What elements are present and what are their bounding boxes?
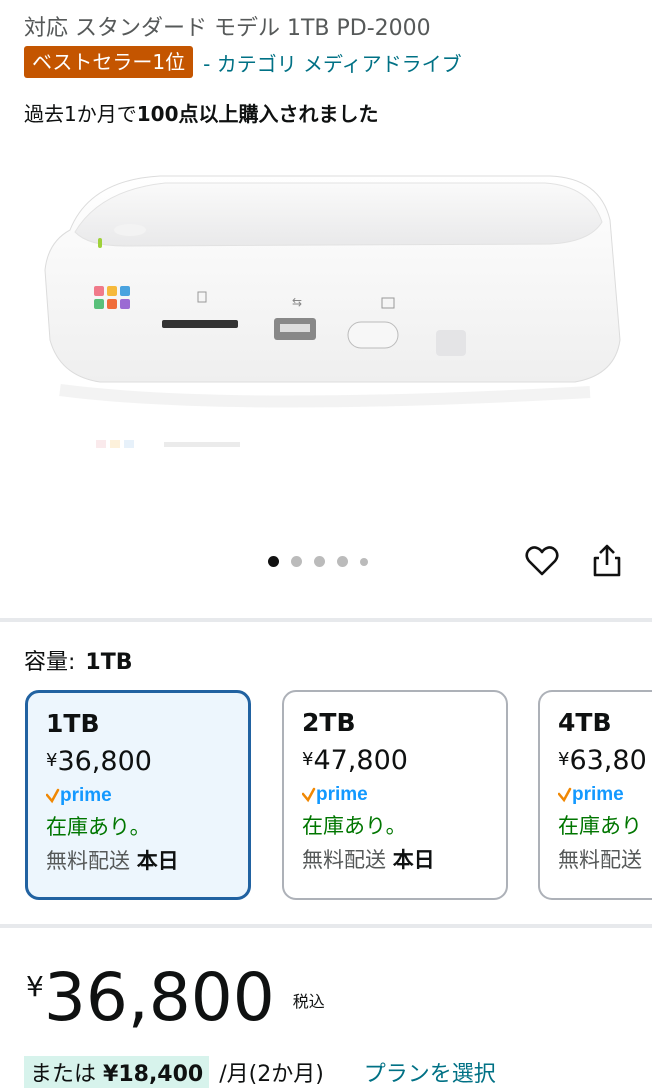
option-name: 2TB: [302, 708, 356, 737]
price-amount: 36,800: [43, 959, 275, 1036]
shipping-info: 無料配送: [558, 844, 642, 874]
prime-label: prime: [572, 784, 624, 805]
shipping-info: 無料配送 本日: [302, 844, 488, 874]
price-currency: ¥: [26, 970, 44, 1003]
section-divider: [0, 618, 652, 622]
section-divider: [0, 924, 652, 928]
installment-amount: ¥18,400: [103, 1062, 204, 1087]
installment-highlight: または ¥18,400: [24, 1056, 210, 1088]
option-price: ¥63,80: [558, 745, 647, 776]
capacity-selected-value: 1TB: [85, 650, 133, 675]
gallery-dots[interactable]: [268, 556, 368, 567]
option-price: ¥36,800: [46, 746, 230, 777]
svg-text:⇆: ⇆: [292, 295, 302, 309]
installment-period: /月(2か月): [219, 1062, 324, 1087]
tax-note: 税込: [292, 992, 325, 1011]
shipping-day: 本日: [136, 849, 179, 873]
option-price-value: 36,800: [57, 746, 152, 777]
price-block: ¥ 36,800 税込: [26, 960, 325, 1036]
purchase-note: 過去1か月で100点以上購入されました: [24, 98, 378, 127]
prime-logo: prime: [45, 783, 230, 809]
currency-symbol: ¥: [558, 749, 570, 770]
bestseller-badge[interactable]: ベストセラー1位: [24, 46, 194, 78]
badge-row: ベストセラー1位 - カテゴリ メディアドライブ: [24, 46, 462, 78]
category-link[interactable]: - カテゴリ メディアドライブ: [203, 48, 462, 77]
shipping-prefix: 無料配送: [302, 848, 386, 872]
gallery-dot[interactable]: [337, 556, 348, 567]
gallery-dot[interactable]: [360, 557, 368, 566]
option-price-value: 47,800: [313, 745, 408, 776]
share-icon[interactable]: [589, 543, 625, 579]
prime-logo: prime: [301, 782, 488, 808]
option-price-value: 63,80: [569, 745, 647, 776]
shipping-info: 無料配送 本日: [46, 845, 230, 875]
shipping-day: 本日: [392, 848, 435, 872]
select-plan-link[interactable]: プランを選択: [364, 1056, 496, 1088]
capacity-option-1tb[interactable]: 1TB ¥36,800 prime 在庫あり。 無料配送 本日: [25, 690, 251, 900]
purchase-note-prefix: 過去1か月で: [24, 102, 137, 126]
prime-label: prime: [316, 784, 368, 805]
gallery-dot[interactable]: [314, 556, 325, 567]
product-image[interactable]: ⇆: [30, 150, 630, 480]
capacity-label-text: 容量:: [24, 650, 76, 675]
product-title: 対応 スタンダード モデル 1TB PD-2000: [24, 16, 431, 41]
option-name: 1TB: [46, 709, 100, 738]
currency-symbol: ¥: [46, 750, 58, 771]
stock-status: 在庫あり: [558, 814, 642, 838]
installment-prefix: または: [30, 1062, 97, 1087]
capacity-option-4tb[interactable]: 4TB ¥63,80 prime 在庫あり 無料配送: [538, 690, 652, 900]
capacity-label: 容量: 1TB: [24, 644, 133, 676]
option-price: ¥47,800: [302, 745, 488, 776]
stock-status: 在庫あり。: [46, 815, 151, 839]
option-name: 4TB: [558, 708, 612, 737]
prime-label: prime: [60, 785, 112, 806]
installment-row: または ¥18,400 /月(2か月) プランを選択: [24, 1056, 496, 1088]
currency-symbol: ¥: [302, 749, 314, 770]
heart-icon[interactable]: [524, 543, 560, 579]
purchase-note-count: 100点以上購入されました: [136, 102, 379, 126]
gallery-dot[interactable]: [291, 556, 302, 567]
gallery-dot[interactable]: [268, 556, 279, 567]
prime-logo: prime: [557, 782, 634, 808]
capacity-option-2tb[interactable]: 2TB ¥47,800 prime 在庫あり。 無料配送 本日: [282, 690, 508, 900]
shipping-prefix: 無料配送: [46, 849, 130, 873]
stock-status: 在庫あり。: [302, 814, 407, 838]
shipping-prefix: 無料配送: [558, 848, 642, 872]
